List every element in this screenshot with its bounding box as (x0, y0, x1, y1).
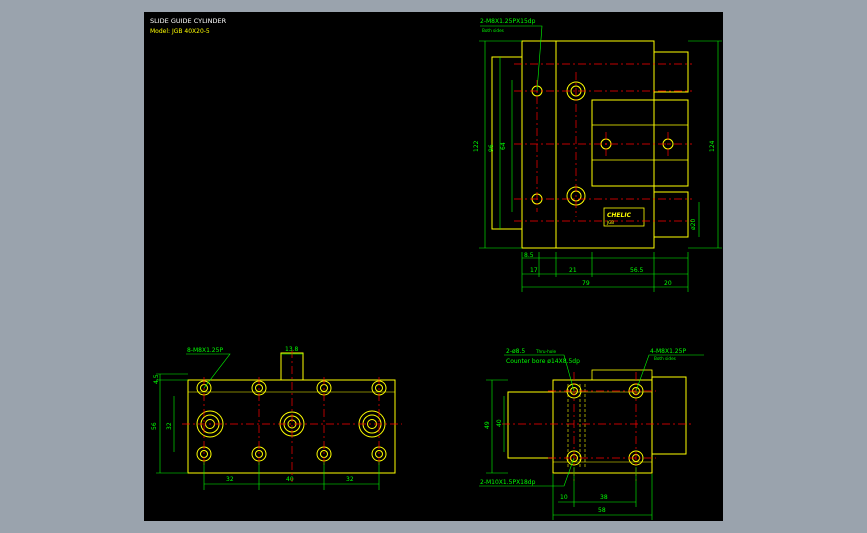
end-holes (566, 383, 644, 466)
end-view: 2-ø8.5 Thru-hole Counter bore ø14X8.5dp … (479, 348, 704, 520)
drawing-title: SLIDE GUIDE CYLINDER (150, 17, 227, 25)
side-callout-top: 2-M8X1.25PX15dp (480, 18, 536, 25)
side-dim-122: 122 (473, 140, 480, 152)
end-callout-thru: 2-ø8.5 (506, 348, 525, 355)
nameplate-brand: CHELIC (607, 212, 632, 219)
end-dim-10: 10 (560, 494, 568, 501)
side-dim-17: 17 (530, 267, 538, 274)
end-left-block (507, 391, 554, 459)
bottom-view: 8-M8X1.25P 13.8 4.5 56 32 32 40 32 (151, 346, 402, 490)
bottom-callout: 8-M8X1.25P (187, 347, 223, 354)
nameplate-model: JGB (606, 220, 614, 225)
side-dim-79: 79 (582, 280, 590, 287)
side-dim-20: 20 (664, 280, 672, 287)
end-callout-bottom: 2-M10X1.5PX18dp (480, 479, 536, 486)
side-view: 2-M8X1.25PX15dp Both sides 122 96 64 124… (473, 18, 722, 292)
end-centerlines (502, 372, 692, 482)
side-view-dimension-lines (479, 25, 722, 292)
side-dim-dia20: ø20 (690, 219, 697, 230)
drawing-model: Model: JGB 40X20-5 (150, 28, 210, 35)
bottom-dim-32: 32 (166, 422, 173, 430)
drawing-canvas: SLIDE GUIDE CYLINDER Model: JGB 40X20-5 (144, 12, 723, 521)
end-dim-49: 49 (484, 421, 491, 429)
bottom-dim-32-right: 32 (346, 476, 354, 483)
upper-rod-block (653, 51, 689, 93)
bottom-dim-13-8: 13.8 (285, 346, 299, 353)
end-callout-counterbore: Counter bore ø14X8.5dp (506, 358, 580, 365)
technical-drawing: SLIDE GUIDE CYLINDER Model: JGB 40X20-5 (150, 17, 722, 520)
bottom-dim-56: 56 (151, 422, 158, 430)
side-dim-96: 96 (488, 144, 495, 152)
bottom-dimension-lines (156, 353, 380, 490)
side-dim-8-5: 8.5 (524, 252, 534, 259)
side-dim-124: 124 (709, 140, 716, 152)
side-dim-56-5: 56.5 (630, 267, 644, 274)
side-dim-64: 64 (500, 142, 507, 150)
end-dim-38: 38 (600, 494, 608, 501)
end-callout-right-note: Both sides (654, 356, 676, 361)
bottom-mount-holes (196, 380, 387, 462)
cylinder-body-outline (555, 40, 655, 249)
rear-block-outline (491, 56, 523, 230)
end-right-block (651, 376, 687, 455)
end-callout-thru-note: Thru-hole (535, 349, 556, 354)
bottom-dim-40: 40 (286, 476, 294, 483)
guide-slide-outline (591, 99, 689, 187)
bottom-dim-32-left: 32 (226, 476, 234, 483)
side-dim-21: 21 (569, 267, 577, 274)
end-dim-40: 40 (496, 419, 503, 427)
end-hidden-lines (567, 384, 586, 467)
end-callout-right: 4-M8X1.25P (650, 348, 686, 355)
mount-plate-outline (521, 40, 557, 249)
end-dim-58: 58 (598, 507, 606, 514)
bottom-dim-4-5: 4.5 (153, 374, 160, 384)
side-callout-top-note: Both sides (482, 28, 504, 33)
